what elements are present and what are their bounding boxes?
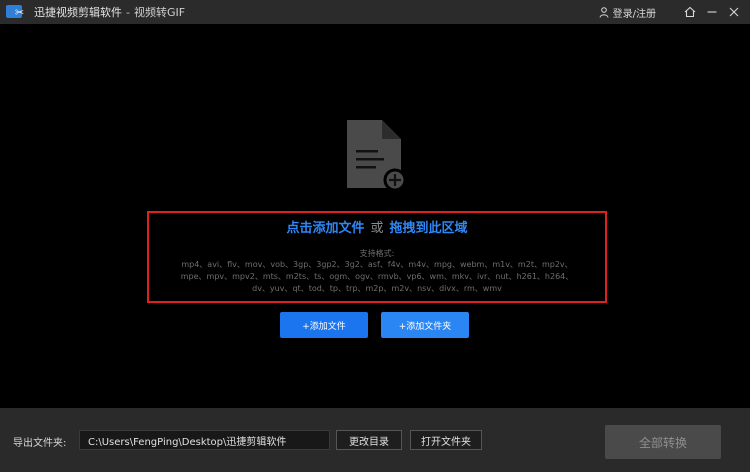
supported-formats-label: 支持格式: (359, 249, 395, 258)
user-icon (599, 6, 609, 18)
click-add-file-link[interactable]: 点击添加文件 (286, 221, 364, 236)
window-title: 迅捷视频剪辑软件 - 视频转GIF (34, 4, 185, 20)
app-window: ✂ 迅捷视频剪辑软件 - 视频转GIF 登录/注册 点击添加文件 或 拖拽到此区… (0, 0, 750, 472)
mode-title: 视频转GIF (133, 6, 186, 19)
add-file-button[interactable]: +添加文件 (280, 312, 368, 338)
app-name: 迅捷视频剪辑软件 (34, 6, 122, 19)
file-add-icon[interactable] (346, 118, 406, 192)
drag-here-text: 拖拽到此区域 (389, 221, 468, 236)
bottom-bar: 导出文件夹: 更改目录 打开文件夹 全部转换 (0, 408, 750, 472)
home-icon (684, 6, 696, 18)
convert-all-button[interactable]: 全部转换 (605, 425, 721, 459)
open-folder-button[interactable]: 打开文件夹 (410, 430, 482, 450)
title-bar-controls: 登录/注册 (599, 0, 750, 24)
formats-line: dv、yuv、qt、tod、tp、trp、m2p、m2v、nsv、divx、rm… (252, 284, 502, 293)
close-icon (729, 7, 739, 17)
formats-line: mpe、mpv、mpv2、mts、m2ts、ts、ogm、ogv、rmvb、vp… (180, 272, 574, 281)
scissors-logo-icon: ✂ (6, 4, 26, 20)
home-button[interactable] (680, 2, 700, 22)
output-path-field[interactable] (79, 430, 330, 450)
close-button[interactable] (724, 2, 744, 22)
change-directory-button[interactable]: 更改目录 (336, 430, 402, 450)
login-label: 登录/注册 (612, 8, 656, 20)
minimize-button[interactable] (702, 2, 722, 22)
title-separator: - (126, 6, 130, 19)
add-folder-button[interactable]: +添加文件夹 (381, 312, 469, 338)
formats-line: mp4、avi、flv、mov、vob、3gp、3gp2、3g2、asf、f4v… (181, 260, 573, 269)
minimize-icon (707, 11, 717, 13)
title-bar: ✂ 迅捷视频剪辑软件 - 视频转GIF 登录/注册 (0, 0, 750, 24)
login-register-link[interactable]: 登录/注册 (599, 5, 656, 20)
drop-heading: 点击添加文件或拖拽到此区域 (149, 217, 605, 236)
output-folder-label: 导出文件夹: (13, 438, 67, 449)
or-text: 或 (370, 221, 384, 236)
drop-zone[interactable]: 点击添加文件或拖拽到此区域 支持格式: mp4、avi、flv、mov、vob、… (147, 211, 607, 303)
